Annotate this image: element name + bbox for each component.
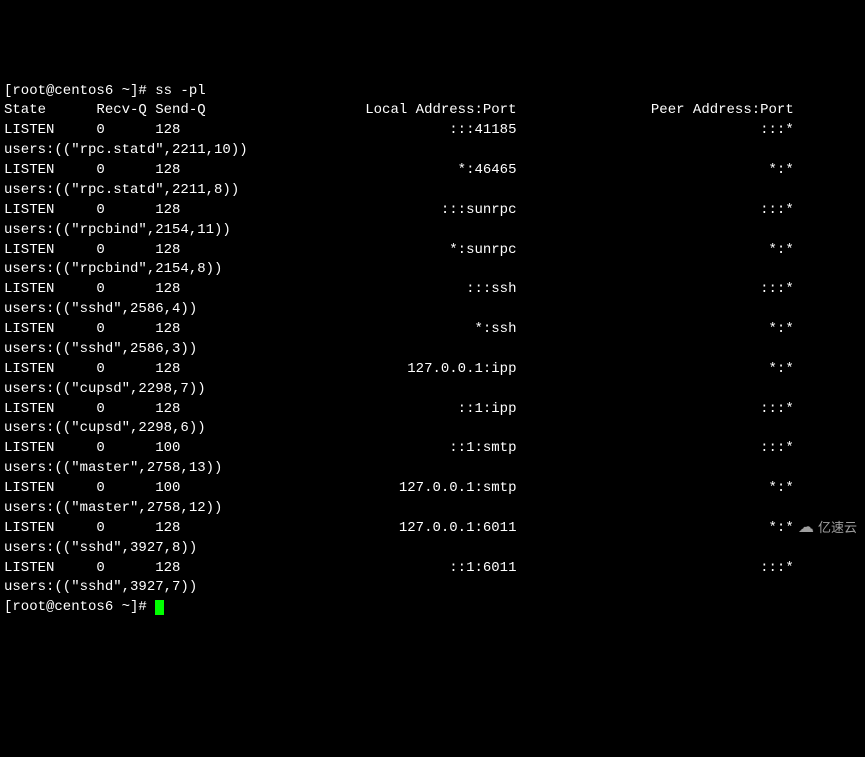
terminal-output: [root@centos6 ~]# ss -pl State Recv-Q Se…	[4, 82, 861, 619]
cloud-icon: ☁	[798, 517, 814, 540]
watermark: ☁ 亿速云	[798, 517, 857, 540]
watermark-text: 亿速云	[818, 519, 857, 537]
terminal-cursor[interactable]	[155, 600, 164, 615]
